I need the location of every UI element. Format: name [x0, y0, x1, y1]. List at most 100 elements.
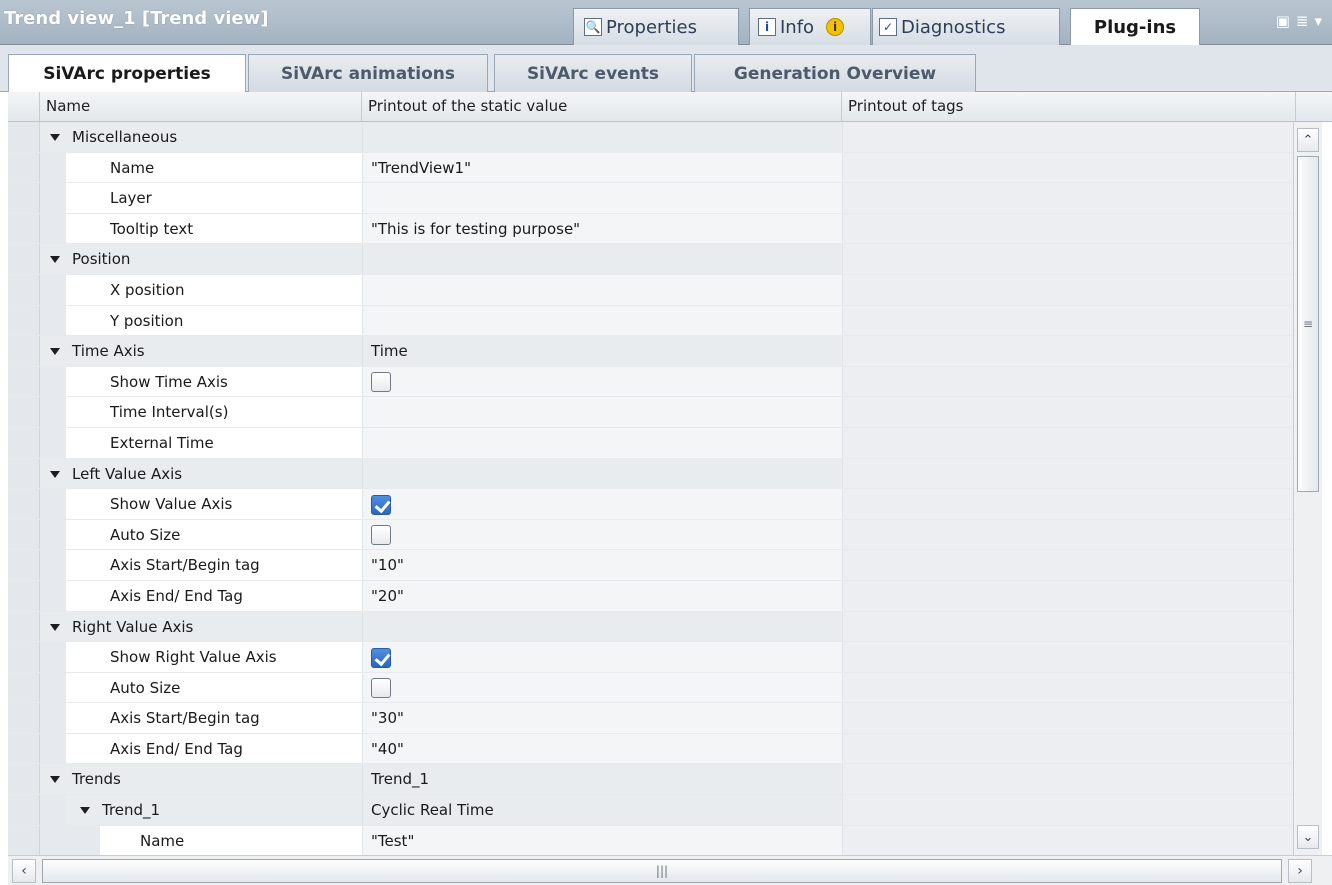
- checkbox[interactable]: [371, 372, 391, 393]
- tags-cell[interactable]: [842, 336, 1293, 366]
- expand-triangle-icon[interactable]: [50, 134, 60, 141]
- column-header-name[interactable]: Name: [40, 92, 362, 121]
- chevron-down-icon[interactable]: ▾: [1314, 12, 1322, 30]
- row-selector[interactable]: [8, 213, 40, 244]
- table-row[interactable]: Name "Test": [8, 825, 1293, 855]
- row-selector[interactable]: [8, 152, 40, 183]
- row-selector[interactable]: [8, 825, 40, 855]
- table-row[interactable]: Right Value Axis: [8, 611, 1293, 643]
- tags-cell[interactable]: [842, 703, 1293, 733]
- checkbox[interactable]: [371, 678, 391, 699]
- static-value-cell[interactable]: "TrendView1": [362, 152, 842, 183]
- table-row[interactable]: Auto Size: [8, 519, 1293, 551]
- restore-icon[interactable]: ▣: [1276, 12, 1290, 30]
- table-row[interactable]: Trends Trend_1: [8, 764, 1293, 796]
- tags-cell[interactable]: [842, 672, 1293, 703]
- row-selector[interactable]: [8, 366, 40, 397]
- table-row[interactable]: Trend_1 Cyclic Real Time: [8, 795, 1293, 826]
- expand-triangle-icon[interactable]: [50, 776, 60, 784]
- scroll-up-icon[interactable]: ⌃: [1297, 128, 1319, 152]
- static-value-cell[interactable]: [362, 489, 842, 519]
- table-row[interactable]: Auto Size: [8, 672, 1293, 704]
- tab-sivarc-properties[interactable]: SiVArc properties: [8, 54, 246, 93]
- row-selector[interactable]: [8, 519, 40, 550]
- static-value-cell[interactable]: [362, 122, 842, 152]
- row-selector[interactable]: [8, 336, 40, 366]
- table-row[interactable]: Show Value Axis: [8, 489, 1293, 520]
- static-value-cell[interactable]: [362, 672, 842, 703]
- static-value-cell[interactable]: "Test": [362, 825, 842, 855]
- table-row[interactable]: Axis Start/Begin tag "10": [8, 550, 1293, 581]
- static-value-cell[interactable]: [362, 305, 842, 336]
- scroll-right-icon[interactable]: ›: [1288, 859, 1312, 883]
- vertical-scroll-thumb[interactable]: ≡: [1297, 156, 1319, 492]
- static-value-cell[interactable]: [362, 397, 842, 427]
- tags-cell[interactable]: [842, 825, 1293, 855]
- static-value-cell[interactable]: Trend_1: [362, 764, 842, 795]
- list-icon[interactable]: ≣: [1296, 12, 1309, 30]
- row-selector[interactable]: [8, 733, 40, 764]
- tags-cell[interactable]: [842, 305, 1293, 336]
- horizontal-scroll-thumb[interactable]: |||: [42, 859, 1282, 883]
- scroll-down-icon[interactable]: ⌄: [1297, 825, 1319, 849]
- static-value-cell[interactable]: "30": [362, 703, 842, 733]
- expand-triangle-icon[interactable]: [80, 807, 90, 815]
- tab-info[interactable]: i Info i: [749, 8, 871, 45]
- row-selector[interactable]: [8, 764, 40, 795]
- static-value-cell[interactable]: [362, 611, 842, 642]
- tab-generation-overview[interactable]: Generation Overview: [694, 54, 976, 92]
- tags-cell[interactable]: [842, 580, 1293, 611]
- row-selector[interactable]: [8, 458, 40, 489]
- table-row[interactable]: Axis End/ End Tag "40": [8, 733, 1293, 765]
- row-selector[interactable]: [8, 703, 40, 733]
- expand-triangle-icon[interactable]: [50, 256, 60, 264]
- tab-properties[interactable]: 🔍 Properties: [573, 8, 739, 45]
- tags-cell[interactable]: [842, 519, 1293, 550]
- static-value-cell[interactable]: [362, 519, 842, 550]
- column-header-tags[interactable]: Printout of tags: [842, 92, 1296, 121]
- table-row[interactable]: X position: [8, 274, 1293, 306]
- tags-cell[interactable]: [842, 366, 1293, 397]
- row-selector[interactable]: [8, 305, 40, 336]
- tags-cell[interactable]: [842, 642, 1293, 672]
- tab-sivarc-events[interactable]: SiVArc events: [494, 54, 692, 92]
- static-value-cell[interactable]: [362, 183, 842, 213]
- static-value-cell[interactable]: "10": [362, 550, 842, 580]
- static-value-cell[interactable]: "40": [362, 733, 842, 764]
- table-row[interactable]: Tooltip text "This is for testing purpose…: [8, 213, 1293, 245]
- row-selector[interactable]: [8, 274, 40, 305]
- row-selector[interactable]: [8, 183, 40, 213]
- table-row[interactable]: Show Right Value Axis: [8, 642, 1293, 673]
- tab-diagnostics[interactable]: ✓ Diagnostics: [872, 8, 1060, 45]
- static-value-cell[interactable]: "This is for testing purpose": [362, 213, 842, 244]
- tags-cell[interactable]: [842, 733, 1293, 764]
- tags-cell[interactable]: [842, 611, 1293, 642]
- horizontal-scrollbar[interactable]: ‹ ||| ›: [8, 855, 1332, 885]
- table-row[interactable]: Axis Start/Begin tag "30": [8, 703, 1293, 734]
- tags-cell[interactable]: [842, 397, 1293, 427]
- tags-cell[interactable]: [842, 489, 1293, 519]
- static-value-cell[interactable]: "20": [362, 580, 842, 611]
- table-row[interactable]: Miscellaneous: [8, 122, 1293, 153]
- table-row[interactable]: Layer: [8, 183, 1293, 214]
- row-selector[interactable]: [8, 642, 40, 672]
- table-row[interactable]: Show Time Axis: [8, 366, 1293, 398]
- tags-cell[interactable]: [842, 550, 1293, 580]
- row-selector[interactable]: [8, 611, 40, 642]
- table-row[interactable]: Name "TrendView1": [8, 152, 1293, 184]
- tags-cell[interactable]: [842, 795, 1293, 825]
- row-selector[interactable]: [8, 795, 40, 825]
- static-value-cell[interactable]: [362, 642, 842, 672]
- tags-cell[interactable]: [842, 244, 1293, 274]
- table-row[interactable]: Axis End/ End Tag "20": [8, 580, 1293, 612]
- static-value-cell[interactable]: [362, 427, 842, 458]
- table-row[interactable]: Left Value Axis: [8, 458, 1293, 490]
- table-row[interactable]: External Time: [8, 427, 1293, 459]
- tab-sivarc-animations[interactable]: SiVArc animations: [248, 54, 488, 92]
- row-selector[interactable]: [8, 489, 40, 519]
- static-value-cell[interactable]: Cyclic Real Time: [362, 795, 842, 825]
- expand-triangle-icon[interactable]: [50, 470, 60, 478]
- tags-cell[interactable]: [842, 427, 1293, 458]
- expand-triangle-icon[interactable]: [50, 623, 60, 631]
- table-row[interactable]: Time Interval(s): [8, 397, 1293, 428]
